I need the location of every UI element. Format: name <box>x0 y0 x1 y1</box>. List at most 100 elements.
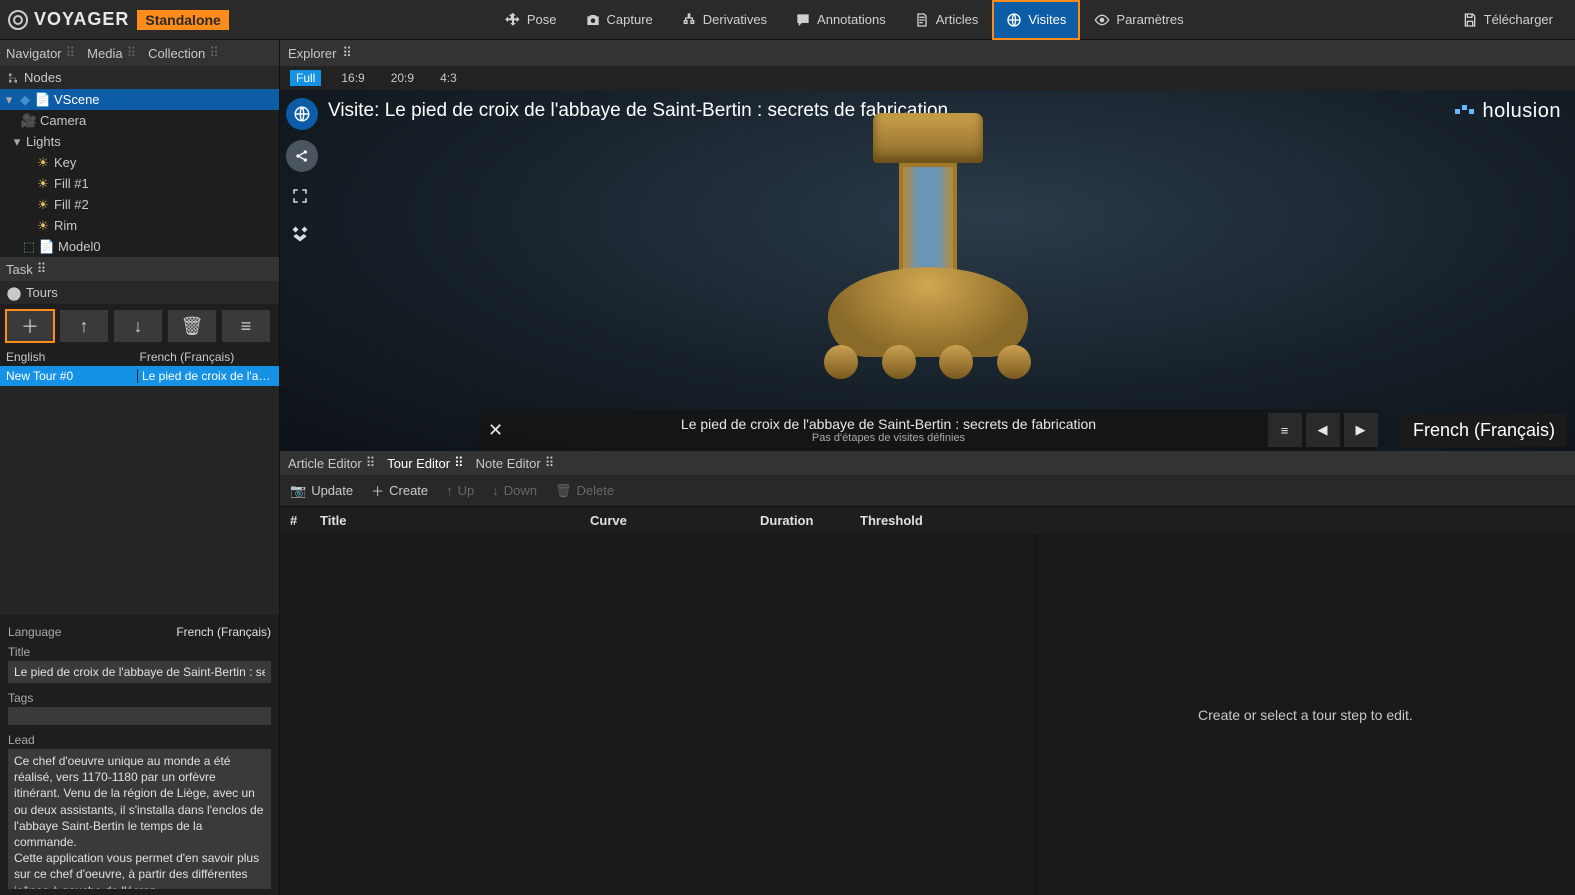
editor-tabs: Article Editor ⠿ Tour Editor ⠿ Note Edit… <box>280 451 1575 475</box>
tour-close-button[interactable]: ✕ <box>478 420 514 441</box>
vp-tools-button[interactable] <box>286 220 314 248</box>
vp-share-button[interactable] <box>286 140 318 172</box>
create-button[interactable]: ＋Create <box>371 481 428 500</box>
grip-icon: ⠿ <box>127 45 135 61</box>
app-name: VOYAGER <box>34 9 129 30</box>
tree-light[interactable]: ☀Fill #2 <box>0 194 279 215</box>
trash-icon: 🗑 <box>555 483 572 499</box>
col-english: English <box>6 350 140 364</box>
aspect-43[interactable]: 4:3 <box>434 70 463 86</box>
tab-media[interactable]: Media ⠿ <box>87 45 134 61</box>
delete-tour-button[interactable]: 🗑 <box>168 310 216 342</box>
lead-textarea[interactable] <box>8 749 271 889</box>
light-icon: ☀ <box>36 198 50 212</box>
col-french: French (Français) <box>140 350 274 364</box>
light-icon: ☀ <box>36 177 50 191</box>
light-icon: ☀ <box>36 156 50 170</box>
viewport-3d[interactable]: Visite: Le pied de croix de l'abbaye de … <box>280 90 1575 451</box>
step-empty-message: Create or select a tour step to edit. <box>1036 534 1575 895</box>
page-icon: 📄 <box>36 93 50 107</box>
title-input[interactable] <box>8 661 271 683</box>
left-panel: Navigator ⠿ Media ⠿ Collection ⠿ Nodes ▾… <box>0 40 280 895</box>
tour-fr: Le pied de croix de l'a… <box>142 369 273 383</box>
tags-input[interactable] <box>8 707 271 725</box>
tour-prev-button[interactable]: ◀ <box>1306 413 1340 447</box>
tree-light[interactable]: ☀Key <box>0 152 279 173</box>
down-button[interactable]: ↓Down <box>492 481 537 500</box>
up-button[interactable]: ↑Up <box>446 481 474 500</box>
tree-vscene[interactable]: ▾◆ 📄 VScene <box>0 89 279 110</box>
tour-row[interactable]: New Tour #0 Le pied de croix de l'a… <box>0 366 279 386</box>
vp-fullscreen-button[interactable] <box>286 182 314 210</box>
tab-note-editor[interactable]: Note Editor ⠿ <box>476 455 553 471</box>
menu-visites[interactable]: Visites <box>992 0 1080 40</box>
tree-lights-group[interactable]: ▾ Lights <box>0 131 279 152</box>
tab-article-editor[interactable]: Article Editor ⠿ <box>288 455 373 471</box>
aspect-169[interactable]: 16:9 <box>335 70 370 86</box>
menu-button[interactable]: ≡ <box>222 310 270 342</box>
comment-icon <box>795 12 811 28</box>
left-panel-tabs: Navigator ⠿ Media ⠿ Collection ⠿ <box>0 40 279 66</box>
tour-next-button[interactable]: ▶ <box>1344 413 1378 447</box>
tree-model[interactable]: ⬚ 📄 Model0 <box>0 236 279 257</box>
tree-camera[interactable]: 🎥 Camera <box>0 110 279 131</box>
update-button[interactable]: 📷Update <box>290 481 353 500</box>
tags-label: Tags <box>8 691 271 705</box>
tour-strip: ✕ Le pied de croix de l'abbaye de Saint-… <box>478 409 1378 451</box>
viewport-language[interactable]: French (Français) <box>1401 414 1567 447</box>
brand-holusion: holusion <box>1455 100 1561 123</box>
tour-button-row: ＋ ↑ ↓ 🗑 ≡ <box>0 304 279 348</box>
tab-tour-editor[interactable]: Tour Editor ⠿ <box>387 455 461 471</box>
save-icon <box>1462 12 1478 28</box>
aspect-209[interactable]: 20:9 <box>385 70 420 86</box>
menu-derivatives[interactable]: Derivatives <box>667 0 781 40</box>
vp-globe-button[interactable] <box>286 98 318 130</box>
col-curve: Curve <box>590 513 760 528</box>
plus-icon: ＋ <box>371 481 384 500</box>
move-icon <box>505 12 521 28</box>
language-value[interactable]: French (Français) <box>176 625 271 639</box>
cube-icon: ⬚ <box>22 240 36 254</box>
artifact-3d-model <box>798 113 1058 413</box>
top-right: Télécharger <box>1452 0 1575 40</box>
nodes-header: Nodes <box>0 66 279 89</box>
globe-icon <box>1006 12 1022 28</box>
tour-menu-button[interactable]: ≡ <box>1268 413 1302 447</box>
col-threshold: Threshold <box>860 513 960 528</box>
grip-icon: ⠿ <box>66 45 74 61</box>
tour-strip-title: Le pied de croix de l'abbaye de Saint-Be… <box>514 416 1264 432</box>
tour-table-header: English French (Français) <box>0 348 279 366</box>
grip-icon: ⠿ <box>454 455 462 471</box>
editor-toolbar: 📷Update ＋Create ↑Up ↓Down 🗑Delete <box>280 475 1575 506</box>
document-icon <box>914 12 930 28</box>
grip-icon: ⠿ <box>37 261 45 277</box>
menu-capture[interactable]: Capture <box>571 0 667 40</box>
move-down-button[interactable]: ↓ <box>114 310 162 342</box>
step-list <box>280 534 1036 895</box>
globe-icon <box>6 286 20 300</box>
grip-icon: ⠿ <box>545 455 553 471</box>
tab-navigator[interactable]: Navigator ⠿ <box>6 45 73 61</box>
tour-en: New Tour #0 <box>6 369 138 383</box>
move-up-button[interactable]: ↑ <box>60 310 108 342</box>
tab-collection[interactable]: Collection ⠿ <box>148 45 217 61</box>
add-tour-button[interactable]: ＋ <box>6 310 54 342</box>
menu-pose[interactable]: Pose <box>491 0 571 40</box>
standalone-badge: Standalone <box>137 10 228 30</box>
camera-icon: 🎥 <box>22 114 36 128</box>
aspect-full[interactable]: Full <box>290 70 321 86</box>
tree-light[interactable]: ☀Fill #1 <box>0 173 279 194</box>
hierarchy-icon <box>681 12 697 28</box>
menu-annotations[interactable]: Annotations <box>781 0 900 40</box>
tree-light[interactable]: ☀Rim <box>0 215 279 236</box>
tour-list-empty <box>0 386 279 615</box>
step-editor-area: Create or select a tour step to edit. <box>280 534 1575 895</box>
menu-parametres[interactable]: Paramètres <box>1080 0 1197 40</box>
top-bar: VOYAGER Standalone Pose Capture Derivati… <box>0 0 1575 40</box>
download-button[interactable]: Télécharger <box>1452 0 1563 40</box>
step-table-header: # Title Curve Duration Threshold <box>280 506 1575 534</box>
right-panel: Explorer ⠿ Full 16:9 20:9 4:3 Visite: Le… <box>280 40 1575 895</box>
voyager-logo-icon <box>8 10 28 30</box>
delete-button[interactable]: 🗑Delete <box>555 481 614 500</box>
menu-articles[interactable]: Articles <box>900 0 993 40</box>
